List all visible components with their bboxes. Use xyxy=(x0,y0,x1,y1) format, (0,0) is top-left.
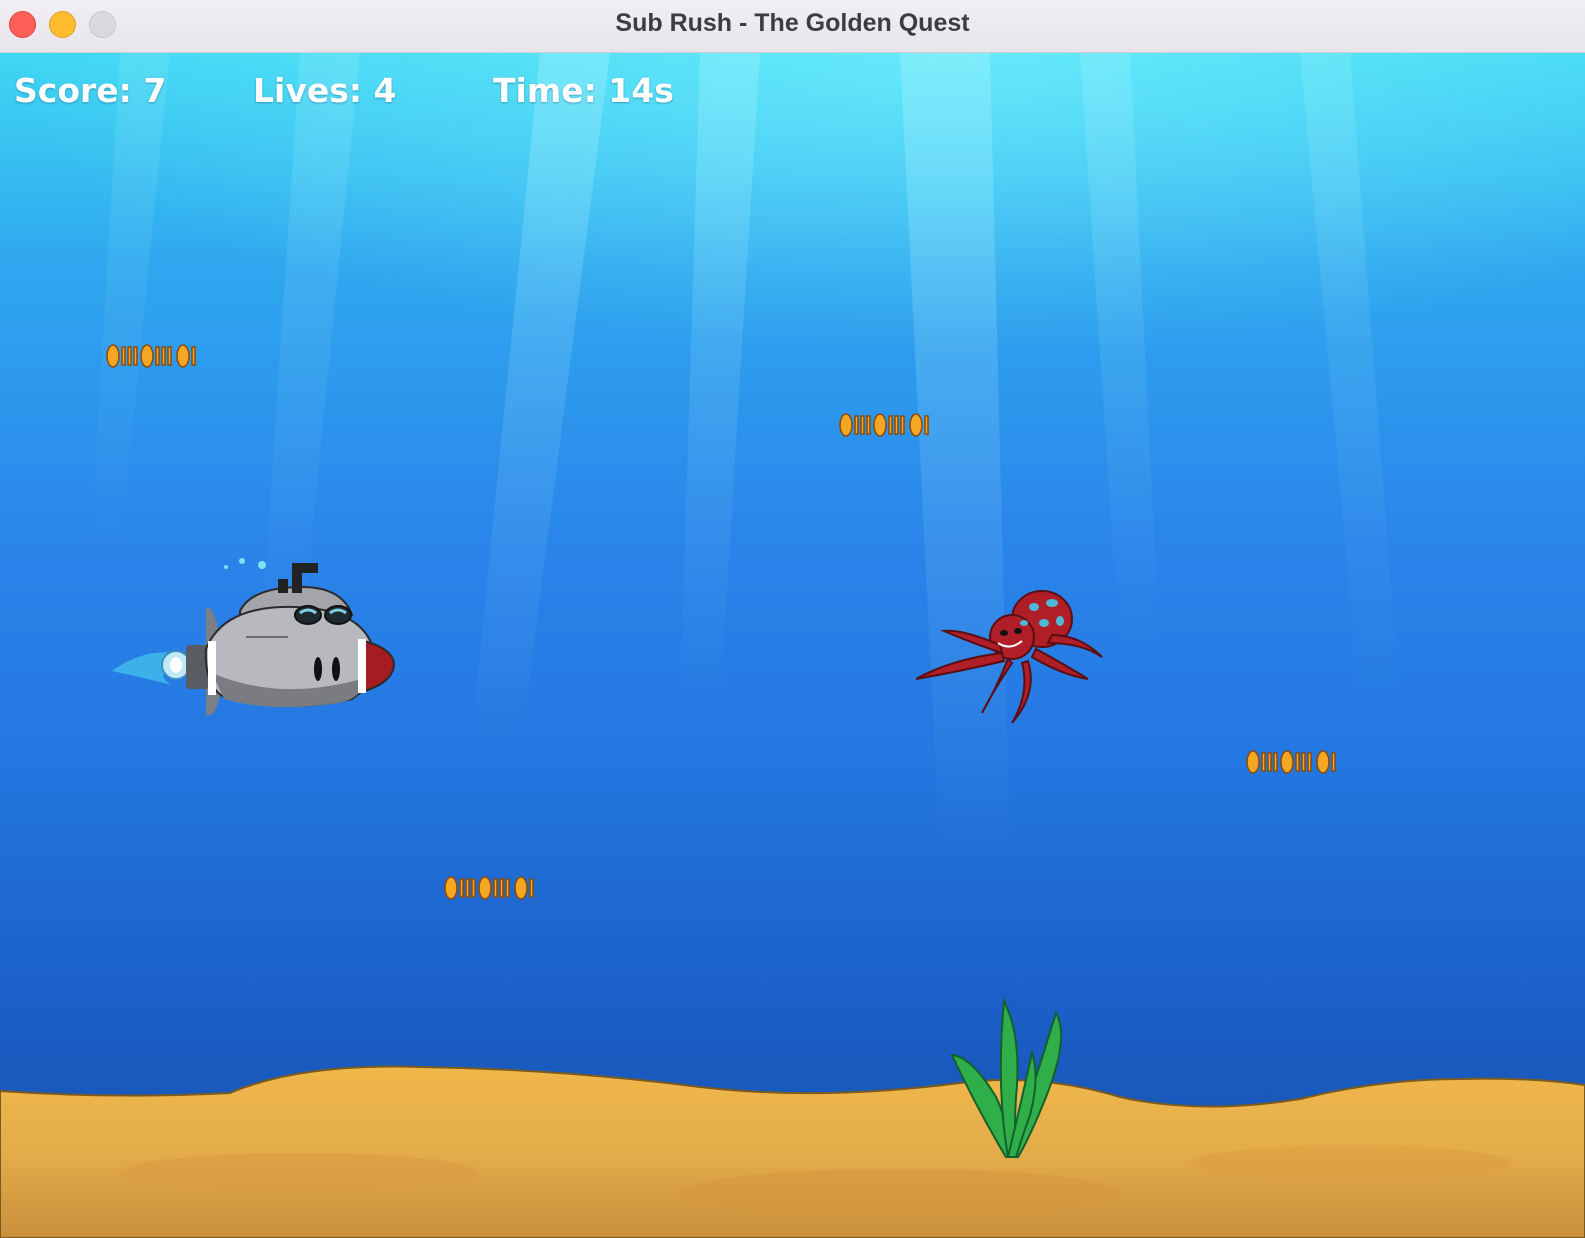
seaweed-plant xyxy=(950,997,1063,1159)
coin-row-pickup xyxy=(106,344,196,368)
submarine-player xyxy=(112,558,396,716)
time-label: Time: 14s xyxy=(493,71,674,110)
coin-row-pickup xyxy=(444,876,534,900)
coin-row-pickup xyxy=(1246,750,1336,774)
sand-seafloor xyxy=(0,1065,1585,1238)
lives-label: Lives: 4 xyxy=(253,71,397,110)
window-title: Sub Rush - The Golden Quest xyxy=(615,9,970,37)
game-canvas[interactable]: Score: 7 Lives: 4 Time: 14s xyxy=(0,53,1585,1238)
score-label: Score: 7 xyxy=(14,71,167,110)
coin-row-pickup xyxy=(839,413,929,437)
octopus-enemy xyxy=(915,590,1103,724)
game-window: Sub Rush - The Golden Quest Score: 7 Liv… xyxy=(0,0,1585,1238)
title-bar: Sub Rush - The Golden Quest xyxy=(0,0,1585,53)
